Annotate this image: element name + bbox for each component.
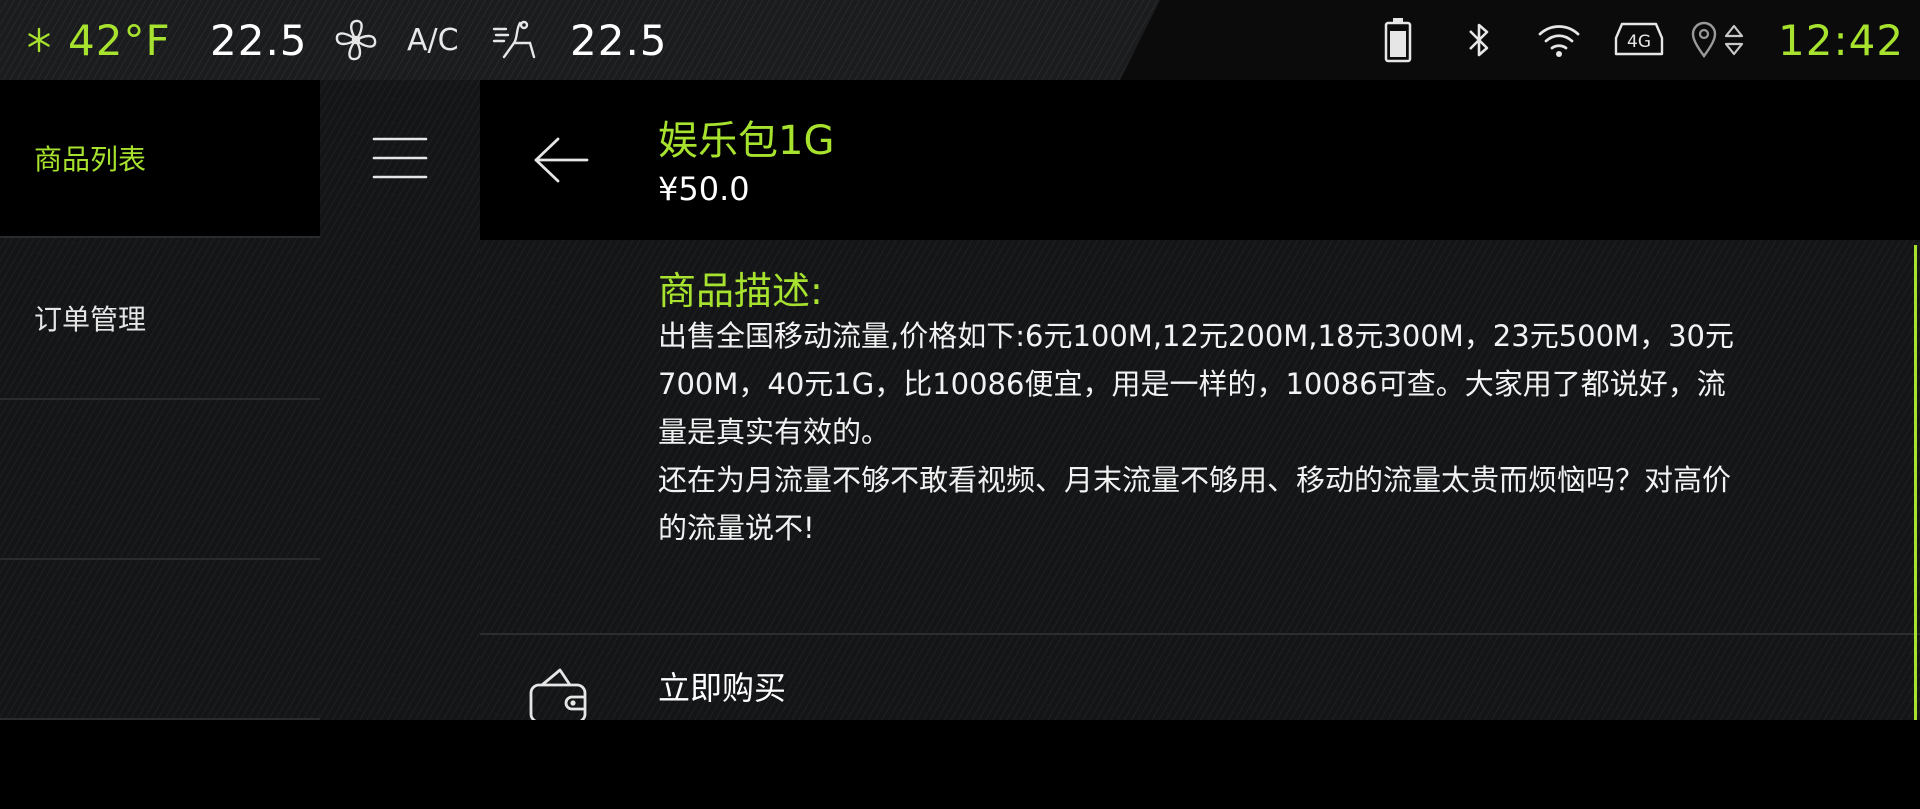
clock: 12:42 <box>1778 15 1905 65</box>
network-4g-icon: 4G <box>1612 0 1666 80</box>
buy-now-button[interactable]: 立即购买 <box>480 635 1920 724</box>
ac-button[interactable]: A/C <box>407 0 459 80</box>
wifi-icon <box>1537 0 1581 80</box>
product-detail: 娱乐包1G ¥50.0 商品描述: 出售全国移动流量,价格如下:6元100M,1… <box>480 80 1920 724</box>
hamburger-menu-icon[interactable] <box>372 136 428 184</box>
product-title: 娱乐包1G <box>658 118 835 164</box>
menu-column <box>320 80 480 720</box>
sidebar: 商品列表 订单管理 <box>0 80 320 720</box>
description-text: 出售全国移动流量,价格如下:6元100M,12元200M,18元300M，23元… <box>658 319 1734 545</box>
snowflake-icon <box>26 0 52 80</box>
scrollbar[interactable] <box>1914 245 1917 720</box>
product-price: ¥50.0 <box>658 170 750 208</box>
left-temperature[interactable]: 22.5 <box>210 0 308 80</box>
description-label: 商品描述: <box>658 269 823 313</box>
product-header: 娱乐包1G ¥50.0 <box>480 80 1920 240</box>
bottom-bar <box>0 720 1920 809</box>
battery-icon <box>1383 0 1413 80</box>
fan-icon[interactable] <box>333 0 379 80</box>
status-bar: 42°F 22.5 A/C 22.5 4G 12:42 <box>0 0 1920 80</box>
sidebar-item-label: 商品列表 <box>34 143 147 176</box>
sidebar-empty-row <box>0 560 320 720</box>
sidebar-item-label: 订单管理 <box>34 303 147 336</box>
sidebar-item-product-list[interactable]: 商品列表 <box>0 80 320 238</box>
outside-temperature: 42°F <box>68 15 171 65</box>
seat-airflow-icon[interactable] <box>490 0 538 80</box>
sidebar-item-order-management[interactable]: 订单管理 <box>0 238 320 400</box>
sidebar-empty-row <box>0 400 320 560</box>
buy-now-label: 立即购买 <box>658 669 787 707</box>
right-temperature[interactable]: 22.5 <box>570 0 668 80</box>
sort-icon <box>1723 0 1745 80</box>
back-arrow-icon[interactable] <box>532 136 590 188</box>
svg-text:4G: 4G <box>1627 32 1651 52</box>
location-icon <box>1690 0 1718 80</box>
bluetooth-icon <box>1466 0 1492 80</box>
